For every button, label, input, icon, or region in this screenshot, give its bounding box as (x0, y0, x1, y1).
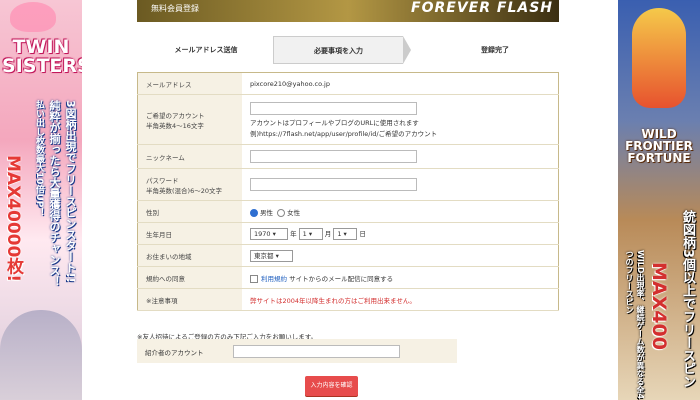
heart-decoration (10, 2, 56, 32)
gender-female-radio[interactable] (277, 208, 286, 217)
email-label: メールアドレス (137, 72, 242, 95)
right-ad-banner[interactable]: WILD FRONTIER FORTUNE 銃図柄3個以上でフリースピン WIL… (618, 0, 700, 400)
character-illustration (632, 8, 686, 108)
nickname-field-cell (242, 144, 559, 169)
registration-page: 無料会員登録 FOREVER FLASH メールアドレス送信 必要事項を入力 登… (82, 0, 618, 400)
account-example: 例)https://7flash.net/app/user/profile/id… (250, 129, 438, 138)
birth-month-unit: 月 (324, 229, 332, 238)
account-sub-label: 半角英数4〜16文字 (146, 121, 204, 130)
password-label: パスワード (146, 176, 179, 185)
confirm-button[interactable]: 入力内容を確認 (305, 376, 358, 396)
birth-year-unit: 年 (290, 229, 297, 238)
character-illustration (0, 310, 82, 400)
terms-text: サイトからのメール配信に同意する (289, 274, 394, 283)
nickname-row: ニックネーム (137, 144, 559, 169)
notice-text: 弊サイトは2004年以降生まれの方はご利用出来ません。 (242, 288, 559, 311)
left-banner-text-3: 払い出し枚数最大10倍UP！ (34, 100, 44, 217)
right-banner-max: MAX400 (648, 262, 670, 350)
terms-row: 規約への同意 利用規約 サイトからのメール配信に同意する (137, 266, 559, 289)
gender-row: 性別 男性 女性 (137, 200, 559, 223)
account-help: アカウントはプロフィールやブログのURLに使用されます (250, 118, 419, 127)
left-banner-text-2: 純粋が揃ったら大量獲得のチャンス！ (48, 100, 61, 287)
area-select[interactable]: 東京都 (250, 249, 293, 262)
area-field-cell: 東京都 (242, 244, 559, 267)
left-ad-banner[interactable]: TWIN SISTERS 3図柄出現でフリースピンスタート!! 純粋が揃ったら大… (0, 0, 82, 400)
registration-form: メールアドレス pixcore210@yahoo.co.jp ご希望のアカウント… (137, 72, 559, 311)
left-banner-max: MAX40000枚! (3, 155, 23, 283)
birthdate-label: 生年月日 (137, 222, 242, 245)
nickname-label: ニックネーム (137, 144, 242, 169)
birth-day-unit: 日 (359, 229, 366, 238)
left-banner-title: TWIN SISTERS (2, 36, 82, 77)
gender-male-radio[interactable] (250, 208, 258, 217)
terms-checkbox[interactable] (250, 274, 258, 283)
right-banner-title: WILD FRONTIER FORTUNE (625, 127, 693, 165)
page-header: 無料会員登録 FOREVER FLASH (137, 0, 559, 22)
birthdate-field-cell: 1970 年 1 月 1 日 (242, 222, 559, 245)
left-banner-text-1: 3図柄出現でフリースピンスタート!! (64, 100, 77, 283)
password-input[interactable] (250, 178, 417, 191)
step-input-current: 必要事項を入力 (273, 36, 411, 64)
step-email: メールアドレス送信 (174, 46, 238, 54)
terms-label: 規約への同意 (137, 266, 242, 289)
area-label: お住まいの地域 (137, 244, 242, 267)
referrer-input[interactable] (233, 345, 400, 358)
right-banner-text-1: 銃図柄3個以上でフリースピン (680, 210, 695, 389)
email-row: メールアドレス pixcore210@yahoo.co.jp (137, 72, 559, 95)
referrer-row: 紹介者のアカウント (137, 339, 457, 363)
password-row: パスワード 半角英数(混合)6〜20文字 (137, 168, 559, 201)
password-label-cell: パスワード 半角英数(混合)6〜20文字 (137, 168, 242, 201)
password-sub-label: 半角英数(混合)6〜20文字 (146, 186, 222, 195)
gender-label: 性別 (137, 200, 242, 223)
account-row: ご希望のアカウント 半角英数4〜16文字 アカウントはプロフィールやブログのUR… (137, 94, 559, 145)
area-row: お住まいの地域 東京都 (137, 244, 559, 267)
account-input[interactable] (250, 101, 417, 115)
page-title: 無料会員登録 (151, 4, 199, 13)
birth-year-select[interactable]: 1970 (250, 227, 288, 240)
nickname-input[interactable] (250, 150, 417, 163)
gender-female-label: 女性 (287, 208, 301, 217)
birth-month-select[interactable]: 1 (298, 227, 323, 240)
site-logo[interactable]: FOREVER FLASH (411, 0, 553, 16)
password-field-cell (242, 168, 559, 201)
terms-link[interactable]: 利用規約 (261, 275, 287, 283)
right-banner-text-2: WILD出現率、継続ゲーム数が異なる全4つのフリースピン (625, 250, 645, 400)
gender-field-cell: 男性 女性 (242, 200, 559, 223)
account-label-cell: ご希望のアカウント 半角英数4〜16文字 (137, 94, 242, 145)
birth-day-select[interactable]: 1 (333, 227, 358, 240)
referrer-label: 紹介者のアカウント (145, 349, 204, 357)
gender-male-label: 男性 (260, 208, 273, 217)
step-complete: 登録完了 (481, 46, 509, 54)
notice-label: ※注意事項 (137, 288, 242, 311)
terms-field-cell: 利用規約 サイトからのメール配信に同意する (242, 266, 559, 289)
birthdate-row: 生年月日 1970 年 1 月 1 日 (137, 222, 559, 245)
account-field-cell: アカウントはプロフィールやブログのURLに使用されます 例)https://7f… (242, 94, 559, 145)
progress-steps: メールアドレス送信 必要事項を入力 登録完了 (140, 36, 560, 64)
notice-row: ※注意事項 弊サイトは2004年以降生まれの方はご利用出来ません。 (137, 288, 559, 311)
email-value: pixcore210@yahoo.co.jp (242, 72, 559, 95)
account-label: ご希望のアカウント (146, 111, 205, 120)
